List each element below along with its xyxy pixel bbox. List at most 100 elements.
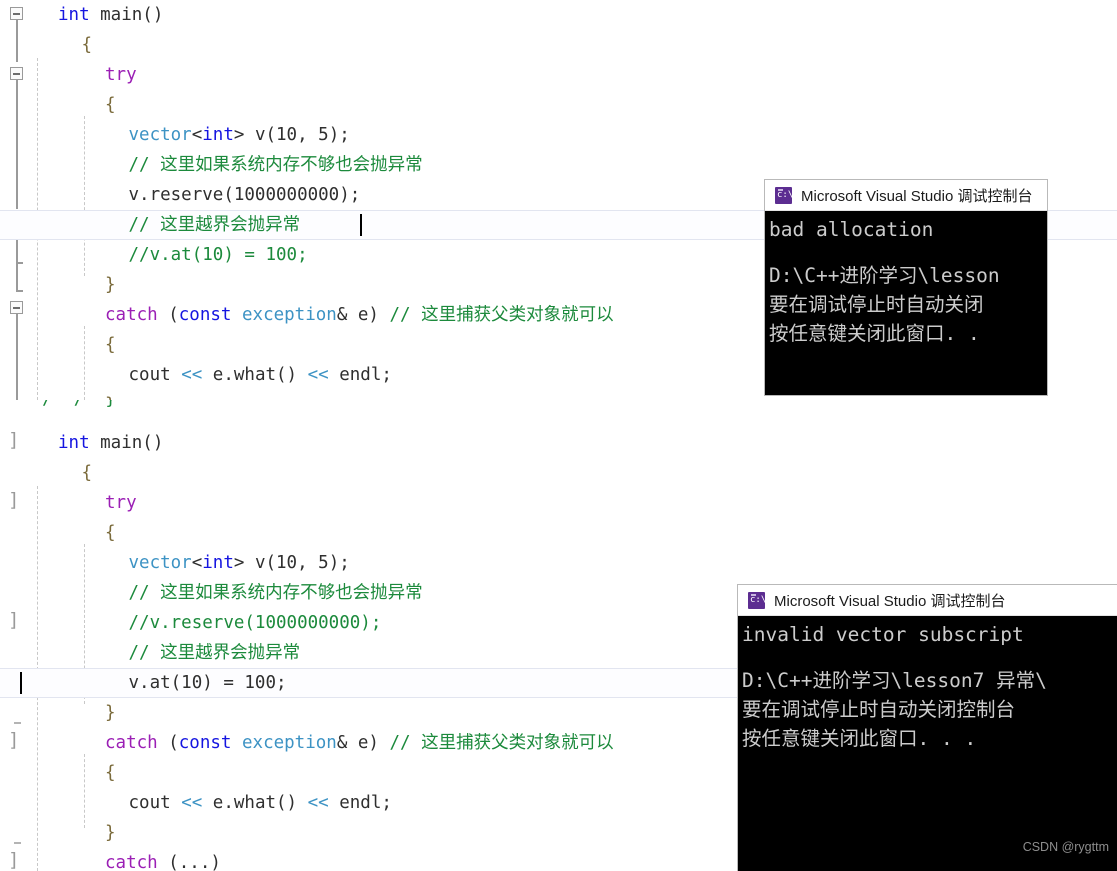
code-token: try	[105, 65, 137, 85]
code-token: const	[178, 733, 232, 753]
code-token: / / }	[0, 400, 116, 409]
code-line-text: catch (...)	[95, 848, 221, 871]
console-line: 要在调试停止时自动关闭	[769, 293, 984, 316]
code-token: //v.reserve(1000000000);	[128, 613, 382, 633]
text-cursor	[360, 214, 362, 236]
code-token: > v(10, 5);	[233, 553, 350, 573]
code-token: <	[191, 125, 203, 145]
code-token: & e)	[336, 733, 390, 753]
code-token: //v.at(10) = 100;	[128, 245, 308, 265]
code-token: (	[157, 733, 179, 753]
code-token: // 这里捕获父类对象就可以	[389, 733, 614, 753]
code-token: exception	[242, 733, 337, 753]
code-line-text: }	[95, 390, 116, 400]
code-token: {	[81, 463, 93, 483]
code-line-text: }	[95, 698, 116, 728]
code-token: <<	[307, 365, 329, 385]
code-token: catch	[105, 733, 158, 753]
code-line-text: {	[72, 30, 93, 60]
debug-console-window-top[interactable]: Microsoft Visual Studio 调试控制台 bad alloca…	[765, 180, 1047, 395]
code-token: cout	[128, 793, 182, 813]
code-line-text: //v.reserve(1000000000);	[119, 608, 382, 638]
code-token: // 这里如果系统内存不够也会抛异常	[128, 155, 423, 175]
code-line-text: v.reserve(1000000000);	[119, 180, 361, 210]
code-token: }	[105, 823, 116, 843]
code-token: {	[105, 95, 116, 115]
code-token: <<	[181, 365, 203, 385]
code-token: e.what()	[202, 793, 308, 813]
code-line-text: cout << e.what() << endl;	[119, 360, 392, 390]
console-line: invalid vector subscript	[742, 623, 1024, 646]
debug-console-window-bottom[interactable]: Microsoft Visual Studio 调试控制台 invalid ve…	[738, 585, 1117, 871]
code-token: {	[81, 35, 93, 55]
code-token: <<	[307, 793, 329, 813]
indent-guide	[84, 116, 85, 276]
fold-end-tick	[16, 262, 23, 264]
fold-outline-line	[16, 80, 18, 209]
code-token: main()	[89, 433, 164, 453]
outline-bracket-icon[interactable]: ]	[8, 731, 19, 750]
code-line-text: vector<int> v(10, 5);	[119, 120, 350, 150]
console-title-text: Microsoft Visual Studio 调试控制台	[801, 187, 1033, 205]
code-line-text: {	[95, 518, 116, 548]
clipped-partial-text: / / }	[0, 400, 116, 414]
fold-outline-line	[16, 262, 18, 290]
outline-bracket-icon[interactable]: ]	[8, 431, 19, 450]
code-token: catch	[105, 305, 158, 325]
code-token: // 这里捕获父类对象就可以	[389, 305, 614, 325]
code-token: {	[105, 763, 116, 783]
code-line-text: cout << e.what() << endl;	[119, 788, 392, 818]
indent-guide	[84, 326, 85, 400]
code-token: }	[105, 703, 116, 723]
code-line-text: int main()	[48, 0, 163, 30]
code-line-text: //v.at(10) = 100;	[119, 240, 308, 270]
code-line-text: {	[95, 90, 116, 120]
fold-end-tick	[14, 842, 21, 844]
text-cursor	[20, 672, 22, 694]
fold-end-tick	[16, 290, 23, 292]
console-output-top: bad allocation D:\C++进阶学习\lesson 要在调试停止时…	[765, 211, 1047, 348]
fold-toggle-icon[interactable]	[10, 7, 23, 20]
outline-bracket-icon[interactable]: ]	[8, 611, 19, 630]
fold-outline-line	[16, 20, 18, 62]
code-token: // 这里越界会抛异常	[128, 643, 301, 663]
outline-bracket-icon[interactable]: ]	[8, 851, 19, 870]
code-line-text: // 这里越界会抛异常	[119, 210, 301, 240]
console-app-icon	[748, 591, 766, 609]
code-line-text: {	[72, 458, 93, 488]
console-line: D:\C++进阶学习\lesson7 异常\	[742, 669, 1047, 692]
console-title-text: Microsoft Visual Studio 调试控制台	[774, 592, 1006, 610]
console-line: D:\C++进阶学习\lesson	[769, 264, 1000, 287]
code-token: // 这里越界会抛异常	[128, 215, 301, 235]
code-token: (	[157, 305, 179, 325]
code-token: v.reserve(1000000000);	[128, 185, 361, 205]
csdn-watermark: CSDN @rygttm	[1022, 840, 1109, 854]
fold-toggle-icon[interactable]	[10, 67, 23, 80]
code-token: endl;	[328, 793, 392, 813]
code-token: e.what()	[202, 365, 308, 385]
code-token: // 这里如果系统内存不够也会抛异常	[128, 583, 423, 603]
console-output-bottom: invalid vector subscript D:\C++进阶学习\less…	[738, 616, 1117, 753]
outline-bracket-icon[interactable]: ]	[8, 491, 19, 510]
code-token: cout	[128, 365, 182, 385]
console-title-bar[interactable]: Microsoft Visual Studio 调试控制台	[765, 180, 1047, 211]
code-token: }	[105, 275, 116, 295]
code-token: endl;	[328, 365, 392, 385]
console-line: bad allocation	[769, 218, 934, 241]
code-line-text: {	[95, 758, 116, 788]
code-line-text: }	[95, 818, 116, 848]
code-token: vector	[128, 125, 192, 145]
fold-toggle-icon[interactable]	[10, 301, 23, 314]
console-title-bar[interactable]: Microsoft Visual Studio 调试控制台	[738, 585, 1117, 616]
code-token: & e)	[336, 305, 390, 325]
fold-end-tick	[14, 722, 21, 724]
code-token: v.at(10) = 100;	[128, 673, 287, 693]
code-line-text: try	[95, 488, 137, 518]
code-line-text: int main()	[48, 428, 163, 458]
code-line-text: // 这里如果系统内存不够也会抛异常	[119, 150, 423, 180]
code-token: > v(10, 5);	[233, 125, 350, 145]
code-line-text: try	[95, 60, 137, 90]
